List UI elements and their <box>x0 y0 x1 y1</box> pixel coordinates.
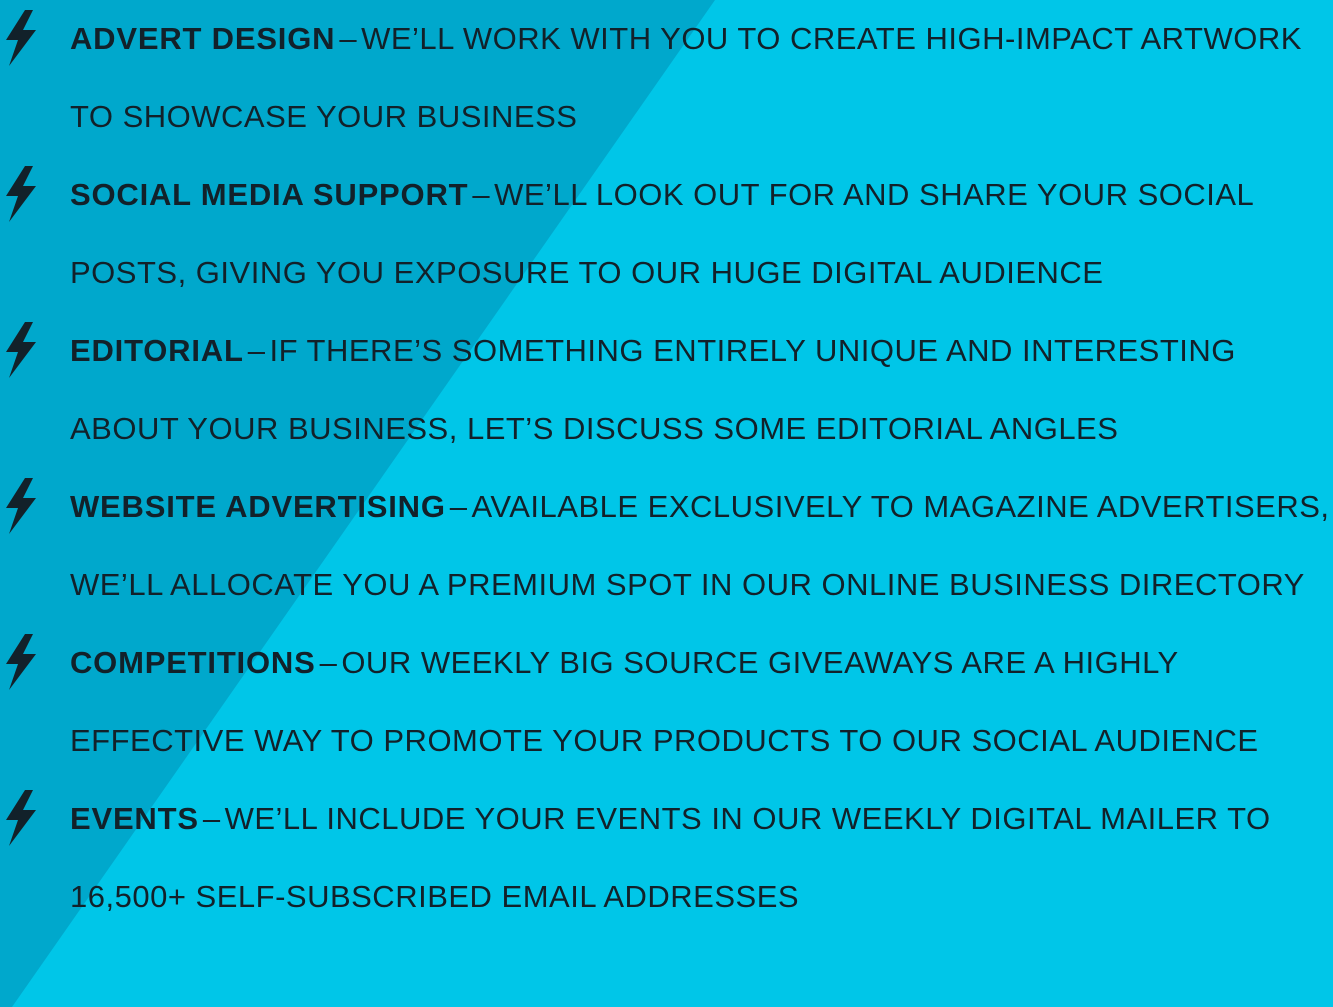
item-title: Social Media Support <box>70 177 469 212</box>
list-item-text: Advert Design – we’ll work with you to cre… <box>70 0 1333 156</box>
item-title: Events <box>70 801 199 836</box>
item-title: Editorial <box>70 333 244 368</box>
item-description: we’ll include your events in our weekly … <box>70 801 1271 914</box>
list-item-text: Website Advertising – available exclusivel… <box>70 468 1333 624</box>
lightning-bolt-icon <box>4 634 38 690</box>
list-item-competitions: Competitions – our weekly Big Source givea… <box>0 624 1333 780</box>
lightning-bolt-icon <box>4 166 38 222</box>
list-item-text: Competitions – our weekly Big Source givea… <box>70 624 1333 780</box>
list-item-text: Editorial – if there’s something entirely … <box>70 312 1333 468</box>
item-separator: – <box>472 177 491 212</box>
item-title: Website Advertising <box>70 489 446 524</box>
item-title: Advert Design <box>70 21 336 56</box>
list-item-events: Events – we’ll include your events in our … <box>0 780 1333 936</box>
item-title: Competitions <box>70 645 316 680</box>
list-item-social-media-support: Social Media Support – we’ll look out for … <box>0 156 1333 312</box>
list-item-editorial: Editorial – if there’s something entirely … <box>0 312 1333 468</box>
lightning-bolt-icon <box>4 790 38 846</box>
lightning-bolt-icon <box>4 10 38 66</box>
list-item-advert-design: Advert Design – we’ll work with you to cre… <box>0 0 1333 156</box>
services-list: Advert Design – we’ll work with you to cre… <box>0 0 1333 936</box>
list-item-text: Events – we’ll include your events in our … <box>70 780 1333 936</box>
list-item-text: Social Media Support – we’ll look out for … <box>70 156 1333 312</box>
lightning-bolt-icon <box>4 478 38 534</box>
list-item-website-advertising: Website Advertising – available exclusivel… <box>0 468 1333 624</box>
lightning-bolt-icon <box>4 322 38 378</box>
item-separator: – <box>247 333 266 368</box>
item-separator: – <box>319 645 338 680</box>
item-separator: – <box>449 489 468 524</box>
item-separator: – <box>202 801 221 836</box>
item-separator: – <box>339 21 358 56</box>
